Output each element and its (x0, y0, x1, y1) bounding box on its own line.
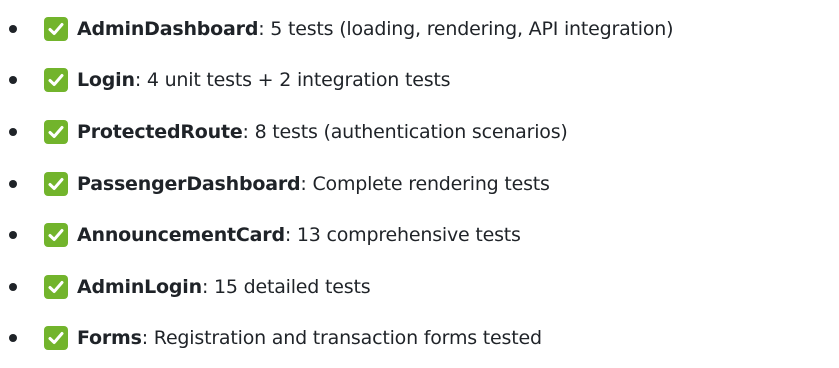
check-mark-icon (44, 171, 68, 196)
check-mark-icon (44, 223, 68, 248)
list-item: Forms : Registration and transaction for… (0, 313, 839, 365)
test-detail: : 13 comprehensive tests (284, 224, 521, 247)
check-mark-icon (44, 68, 68, 93)
test-detail: : 5 tests (loading, rendering, API integ… (258, 17, 674, 40)
list-item: Login : 4 unit tests + 2 integration tes… (0, 55, 839, 107)
test-detail: : Complete rendering tests (300, 172, 550, 195)
bullet-icon (9, 76, 17, 85)
component-name: AnnouncementCard (77, 224, 285, 247)
test-detail: : 15 detailed tests (201, 275, 371, 298)
bullet-icon (9, 127, 17, 136)
bullet-icon (9, 334, 17, 343)
test-summary-list: AdminDashboard : 5 tests (loading, rende… (0, 3, 839, 364)
component-name: ProtectedRoute (77, 120, 243, 143)
bullet-icon (9, 24, 17, 33)
bullet-icon (9, 231, 17, 240)
check-mark-icon (44, 119, 68, 144)
list-item: PassengerDashboard : Complete rendering … (0, 158, 839, 210)
check-mark-icon (44, 326, 68, 351)
list-item: AdminLogin : 15 detailed tests (0, 261, 839, 313)
bullet-icon (9, 282, 17, 291)
component-name: Forms (77, 327, 142, 350)
bullet-icon (9, 179, 17, 188)
component-name: AdminDashboard (77, 17, 259, 40)
list-item: AnnouncementCard : 13 comprehensive test… (0, 209, 839, 261)
check-mark-icon (44, 274, 68, 299)
test-detail: : 8 tests (authentication scenarios) (242, 120, 568, 143)
list-item: ProtectedRoute : 8 tests (authentication… (0, 106, 839, 158)
test-detail: : 4 unit tests + 2 integration tests (134, 69, 451, 92)
component-name: Login (77, 69, 135, 92)
component-name: AdminLogin (77, 275, 202, 298)
check-mark-icon (44, 16, 68, 41)
component-name: PassengerDashboard (77, 172, 301, 195)
list-item: AdminDashboard : 5 tests (loading, rende… (0, 3, 839, 55)
test-detail: : Registration and transaction forms tes… (141, 327, 542, 350)
